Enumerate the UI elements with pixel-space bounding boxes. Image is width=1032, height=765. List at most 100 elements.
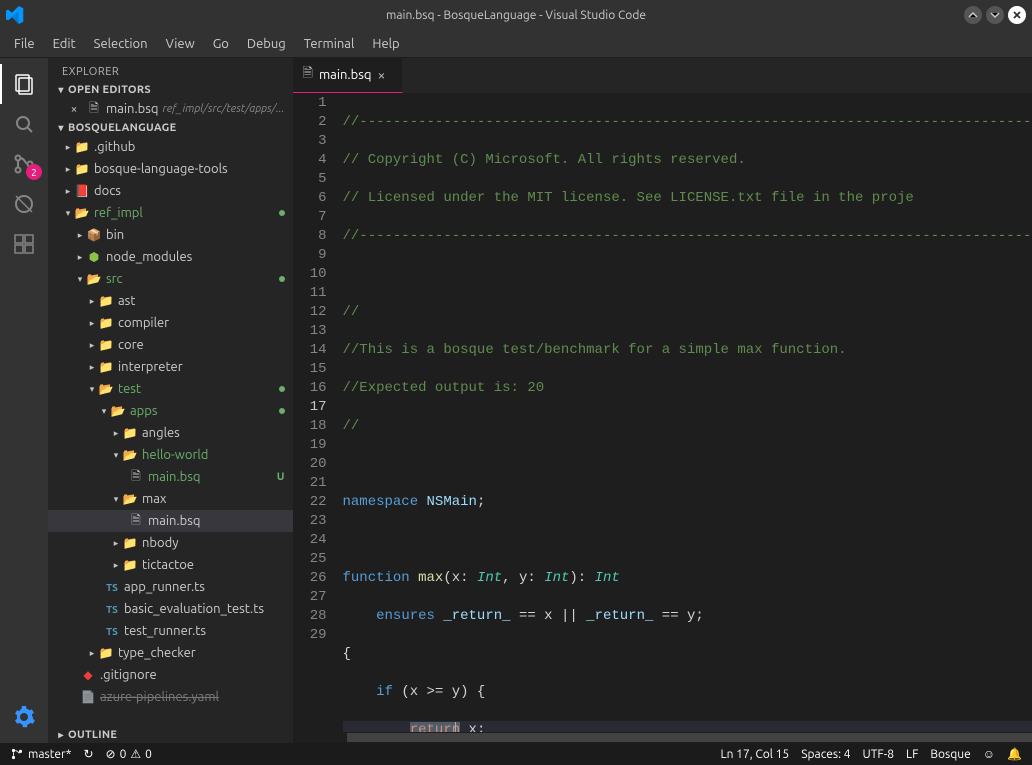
tree-folder-tictactoe[interactable]: ▸📁tictactoe [48,554,293,576]
tree-folder-compiler[interactable]: ▸📁compiler [48,312,293,334]
status-feedback-icon[interactable]: ☺ [977,747,1001,761]
tree-folder-max[interactable]: ▾📂max [48,488,293,510]
tree-folder-bin[interactable]: ▸📦bin [48,224,293,246]
outline-label: OUTLINE [68,729,117,741]
code-content[interactable]: //--------------------------------------… [343,93,1032,732]
open-editor-item[interactable]: × 🗎 main.bsq ref_impl/src/test/apps/... [48,98,293,120]
activity-explorer[interactable] [0,64,48,104]
tree-file-gitignore[interactable]: ◆.gitignore [48,664,293,686]
folder-icon: 📁 [98,316,114,330]
tab-bar: 🗎 main.bsq × ••• [293,58,1032,93]
activity-scm[interactable]: 2 [0,144,48,184]
tab-main-bsq[interactable]: 🗎 main.bsq × [293,58,403,93]
tree-file-testrunner[interactable]: TStest_runner.ts [48,620,293,642]
error-icon: ⊘ [106,747,116,761]
horizontal-scrollbar[interactable] [293,732,1032,743]
tree-file-max-main[interactable]: 🗎main.bsq [48,510,293,532]
gutter: 12345 678910 1112131415 1617181920 21222… [293,93,343,732]
activity-extensions[interactable] [0,224,48,264]
status-encoding[interactable]: UTF-8 [857,748,900,761]
modified-dot [279,276,285,282]
folder-open-icon: 📂 [122,448,138,462]
activity-bar: 2 [0,58,48,743]
status-bell-icon[interactable]: 🔔 [1001,747,1028,761]
open-editor-hint: ref_impl/src/test/apps/... [163,103,285,115]
modified-dot [279,386,285,392]
menu-view[interactable]: View [158,35,203,53]
scrollbar-thumb[interactable] [347,733,1032,742]
close-icon[interactable]: × [66,103,82,116]
tree-folder-btools[interactable]: ▸📁bosque-language-tools [48,158,293,180]
status-sync[interactable]: ↻ [77,747,99,761]
scm-badge: 2 [26,164,42,180]
status-bar: master* ↻ ⊘0 ⚠0 Ln 17, Col 15 Spaces: 4 … [0,743,1032,765]
ts-icon: TS [104,626,120,637]
folder-open-icon: 📂 [74,206,90,220]
tree-folder-docs[interactable]: ▸📕docs [48,180,293,202]
tree-folder-hello[interactable]: ▾📂hello-world [48,444,293,466]
tree-folder-angles[interactable]: ▸📁angles [48,422,293,444]
tree-file-apprunner[interactable]: TSapp_runner.ts [48,576,293,598]
file-tree[interactable]: ▸📁.github ▸📁bosque-language-tools ▸📕docs… [48,136,293,727]
menu-file[interactable]: File [6,35,43,53]
tree-file-hello-main[interactable]: 🗎main.bsqU [48,466,293,488]
activity-debug[interactable] [0,184,48,224]
tree-folder-nbody[interactable]: ▸📁nbody [48,532,293,554]
folder-icon: ⬢ [86,250,102,264]
menu-go[interactable]: Go [205,35,237,53]
tree-folder-src[interactable]: ▾📂src [48,268,293,290]
folder-icon: 📁 [74,162,90,176]
chevron-down-icon: ▾ [54,84,68,96]
tree-folder-test[interactable]: ▾📂test [48,378,293,400]
file-icon: 🗎 [128,467,144,488]
tree-folder-interpreter[interactable]: ▸📁interpreter [48,356,293,378]
file-icon: 📄 [80,690,96,704]
tree-folder-typechecker[interactable]: ▸📁type_checker [48,642,293,664]
status-problems[interactable]: ⊘0 ⚠0 [100,747,158,761]
close-button[interactable] [1008,6,1026,24]
tree-folder-nodemodules[interactable]: ▸⬢node_modules [48,246,293,268]
editor-area: 🗎 main.bsq × ••• 12345 678910 1112131415… [293,58,1032,743]
folder-icon: 📁 [98,646,114,660]
menu-edit[interactable]: Edit [45,35,84,53]
status-lncol[interactable]: Ln 17, Col 15 [714,748,795,761]
tree-folder-core[interactable]: ▸📁core [48,334,293,356]
folder-icon: 📁 [74,140,90,154]
status-spaces[interactable]: Spaces: 4 [795,748,856,761]
folder-icon: 📦 [86,228,102,242]
open-editors-header[interactable]: ▾ OPEN EDITORS [48,82,293,98]
status-branch[interactable]: master* [4,747,77,761]
vscode-icon [0,0,30,30]
maximize-button[interactable] [986,6,1004,24]
file-icon: 🗎 [86,99,102,120]
close-tab-icon[interactable]: × [378,67,386,83]
menu-terminal[interactable]: Terminal [296,35,363,53]
ts-icon: TS [104,582,120,593]
menu-help[interactable]: Help [364,35,407,53]
folder-icon: 📁 [98,294,114,308]
tree-folder-apps[interactable]: ▾📂apps [48,400,293,422]
folder-icon: 📕 [74,184,90,198]
menubar: File Edit Selection View Go Debug Termin… [0,30,1032,58]
menu-debug[interactable]: Debug [239,35,294,53]
tree-folder-refimpl[interactable]: ▾📂ref_impl [48,202,293,224]
settings-gear-icon[interactable] [0,697,48,737]
ts-icon: TS [104,604,120,615]
activity-search[interactable] [0,104,48,144]
window-title: main.bsq - BosqueLanguage - Visual Studi… [386,9,646,22]
untracked-badge: U [277,471,285,483]
status-language[interactable]: Bosque [924,748,976,761]
status-eol[interactable]: LF [900,748,924,761]
tab-label: main.bsq [319,68,372,82]
tree-file-basiceval[interactable]: TSbasic_evaluation_test.ts [48,598,293,620]
menu-selection[interactable]: Selection [86,35,156,53]
outline-header[interactable]: ▸ OUTLINE [48,727,293,743]
workspace-header[interactable]: ▾ BOSQUELANGUAGE [48,120,293,136]
folder-icon: 📁 [122,426,138,440]
tree-folder-ast[interactable]: ▸📁ast [48,290,293,312]
modified-dot [279,408,285,414]
code-editor[interactable]: 12345 678910 1112131415 1617181920 21222… [293,93,1032,732]
minimize-button[interactable] [964,6,982,24]
tree-file-azure[interactable]: 📄azure-pipelines.yaml [48,686,293,708]
tree-folder-github[interactable]: ▸📁.github [48,136,293,158]
